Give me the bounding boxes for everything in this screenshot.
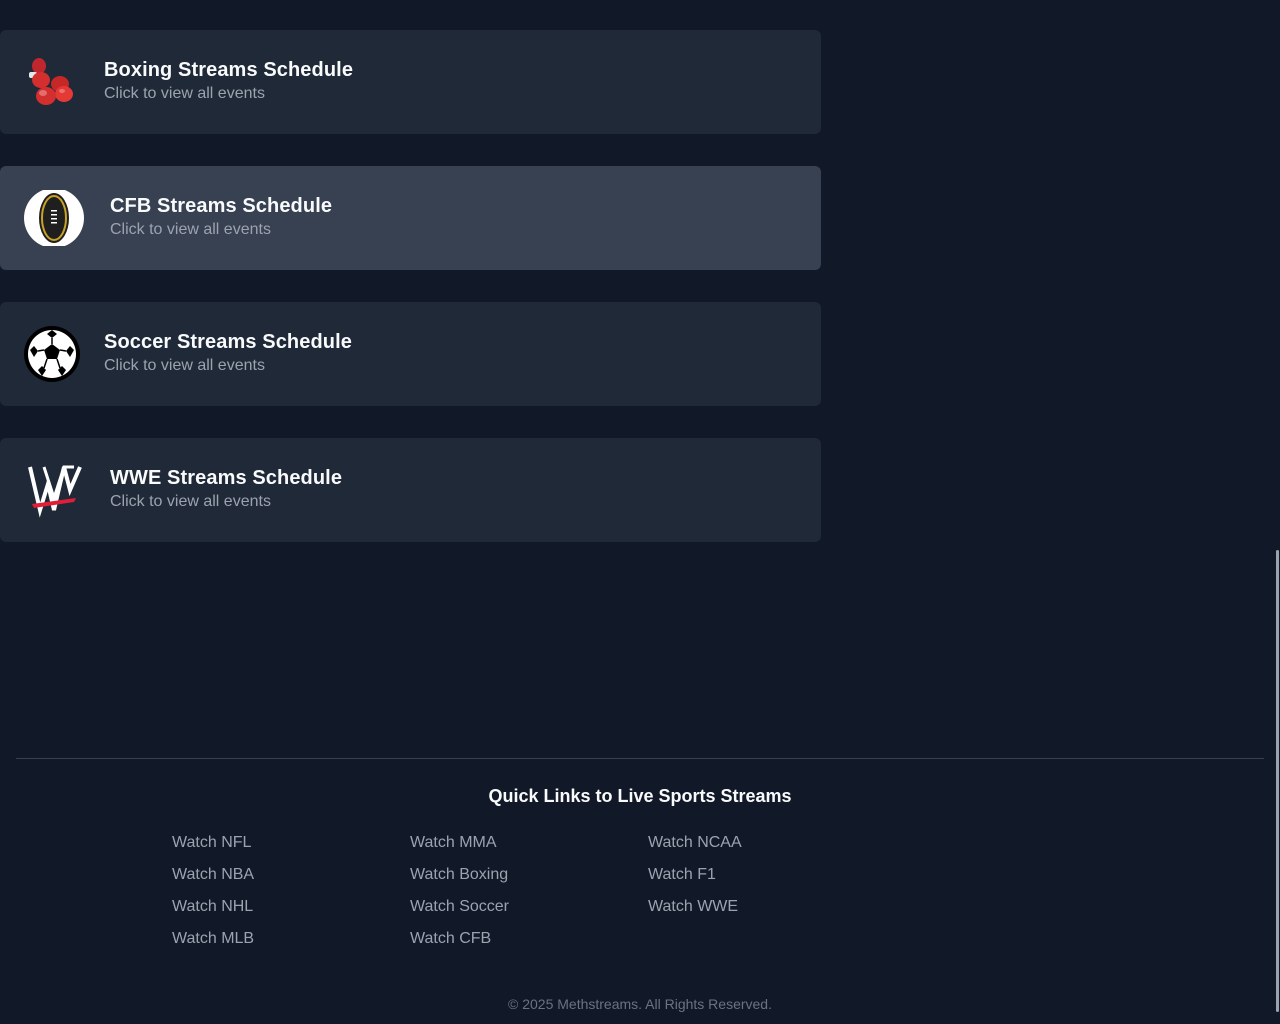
page: Boxing Streams Schedule Click to view al… xyxy=(0,0,1280,1024)
link-watch-nba[interactable]: Watch NBA xyxy=(172,859,392,891)
cfb-football-icon xyxy=(24,188,84,248)
soccer-schedule-card[interactable]: Soccer Streams Schedule Click to view al… xyxy=(0,302,821,406)
card-subtitle: Click to view all events xyxy=(110,221,271,238)
card-subtitle: Click to view all events xyxy=(104,357,265,374)
boxing-gloves-icon xyxy=(24,54,80,110)
cfb-schedule-card[interactable]: CFB Streams Schedule Click to view all e… xyxy=(0,166,821,270)
footer-divider xyxy=(16,758,1264,759)
quick-links-column-2: Watch MMA Watch Boxing Watch Soccer Watc… xyxy=(410,827,630,955)
wwe-schedule-card[interactable]: WWE Streams Schedule Click to view all e… xyxy=(0,438,821,542)
link-watch-nhl[interactable]: Watch NHL xyxy=(172,891,392,923)
soccer-ball-icon xyxy=(24,326,80,382)
boxing-schedule-card[interactable]: Boxing Streams Schedule Click to view al… xyxy=(0,30,821,134)
page-scrollbar[interactable] xyxy=(1276,0,1280,1024)
link-watch-wwe[interactable]: Watch WWE xyxy=(648,891,868,923)
quick-links-title: Quick Links to Live Sports Streams xyxy=(488,786,792,806)
link-watch-nfl[interactable]: Watch NFL xyxy=(172,827,392,859)
wwe-logo-icon xyxy=(24,462,82,518)
link-watch-mma[interactable]: Watch MMA xyxy=(410,827,630,859)
link-watch-boxing[interactable]: Watch Boxing xyxy=(410,859,630,891)
quick-links-column-3: Watch NCAA Watch F1 Watch WWE xyxy=(648,827,868,923)
link-watch-ncaa[interactable]: Watch NCAA xyxy=(648,827,868,859)
link-watch-f1[interactable]: Watch F1 xyxy=(648,859,868,891)
quick-links-column-1: Watch NFL Watch NBA Watch NHL Watch MLB xyxy=(172,827,392,955)
card-title: WWE Streams Schedule xyxy=(110,467,343,489)
link-watch-cfb[interactable]: Watch CFB xyxy=(410,923,630,955)
card-title: Soccer Streams Schedule xyxy=(104,331,352,353)
card-subtitle: Click to view all events xyxy=(104,85,265,102)
card-title: CFB Streams Schedule xyxy=(110,195,333,217)
copyright-text: © 2025 Methstreams. All Rights Reserved. xyxy=(508,996,772,1012)
scrollbar-thumb[interactable] xyxy=(1276,550,1279,1012)
link-watch-soccer[interactable]: Watch Soccer xyxy=(410,891,630,923)
link-watch-mlb[interactable]: Watch MLB xyxy=(172,923,392,955)
card-subtitle: Click to view all events xyxy=(110,493,271,510)
card-title: Boxing Streams Schedule xyxy=(104,59,354,81)
